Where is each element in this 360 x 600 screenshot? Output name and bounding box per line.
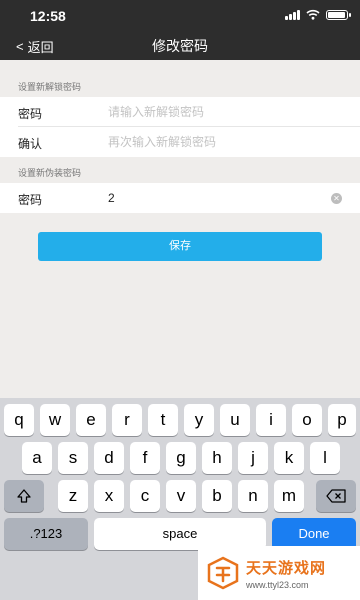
key-j[interactable]: j [238, 442, 268, 474]
key-o[interactable]: o [292, 404, 322, 436]
unlock-section-header: 设置新解锁密码 [18, 82, 82, 92]
status-time: 12:58 [30, 8, 66, 24]
unlock-password-label: 密码 [18, 107, 43, 121]
disguise-section-header: 设置新伪装密码 [18, 168, 82, 178]
key-b[interactable]: b [202, 480, 232, 512]
confirm-password-row: 确认 [0, 127, 360, 157]
key-e[interactable]: e [76, 404, 106, 436]
key-h[interactable]: h [202, 442, 232, 474]
delete-key[interactable] [316, 480, 356, 512]
key-z[interactable]: z [58, 480, 88, 512]
key-p[interactable]: p [328, 404, 356, 436]
key-x[interactable]: x [94, 480, 124, 512]
key-y[interactable]: y [184, 404, 214, 436]
key-l[interactable]: l [310, 442, 340, 474]
unlock-password-input[interactable] [108, 101, 328, 123]
key-i[interactable]: i [256, 404, 286, 436]
key-w[interactable]: w [40, 404, 70, 436]
disguise-password-input[interactable] [108, 187, 328, 209]
key-k[interactable]: k [274, 442, 304, 474]
watermark-url: www.ttyl23.com [246, 579, 309, 590]
key-v[interactable]: v [166, 480, 196, 512]
shift-key[interactable] [4, 480, 44, 512]
key-n[interactable]: n [238, 480, 268, 512]
backspace-icon [326, 489, 346, 503]
status-bar: 12:58 [0, 0, 360, 30]
watermark-logo: 天天游戏网 www.ttyl23.com [198, 546, 360, 600]
key-g[interactable]: g [166, 442, 196, 474]
disguise-password-label: 密码 [18, 193, 43, 207]
battery-icon [326, 9, 351, 20]
watermark-title: 天天游戏网 [246, 559, 327, 577]
shift-arrow-icon [17, 489, 31, 503]
signal-icon [285, 9, 300, 20]
key-q[interactable]: q [4, 404, 34, 436]
key-t[interactable]: t [148, 404, 178, 436]
save-button[interactable]: 保存 [38, 232, 322, 261]
numbers-key[interactable]: .?123 [4, 518, 88, 550]
clear-input-icon[interactable]: ✕ [331, 193, 342, 204]
status-icons [285, 9, 351, 20]
key-s[interactable]: s [58, 442, 88, 474]
key-c[interactable]: c [130, 480, 160, 512]
key-a[interactable]: a [22, 442, 52, 474]
game-site-logo-icon [207, 556, 239, 590]
disguise-password-row: 密码 ✕ [0, 183, 360, 213]
confirm-password-input[interactable] [108, 131, 328, 153]
nav-bar: < 返回 修改密码 [0, 30, 360, 60]
key-f[interactable]: f [130, 442, 160, 474]
key-r[interactable]: r [112, 404, 142, 436]
page-title: 修改密码 [152, 38, 208, 54]
key-d[interactable]: d [94, 442, 124, 474]
confirm-password-label: 确认 [18, 137, 43, 151]
battery-fill [328, 11, 345, 18]
key-u[interactable]: u [220, 404, 250, 436]
key-m[interactable]: m [274, 480, 304, 512]
unlock-password-row: 密码 [0, 97, 360, 127]
wifi-icon [306, 9, 320, 20]
